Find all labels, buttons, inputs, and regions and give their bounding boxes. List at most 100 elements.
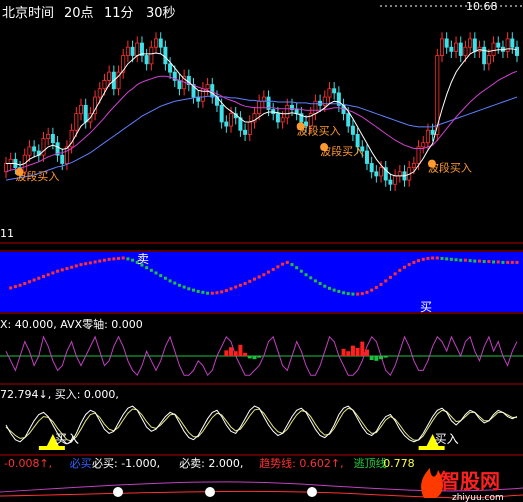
wave-dot <box>388 275 392 279</box>
wave-dot <box>220 290 224 294</box>
wave-dot <box>337 289 341 293</box>
wave-dot <box>229 287 233 291</box>
wave-dot <box>398 268 402 272</box>
wave-dot <box>210 291 214 295</box>
wave-dot <box>74 264 78 268</box>
wave-dot <box>262 273 266 277</box>
candle-body <box>416 146 421 164</box>
candle-body <box>468 38 473 48</box>
candle-body <box>313 100 318 115</box>
wave-dot <box>271 267 275 271</box>
bottom-legend-item: 趋势线: 0.602↑, <box>259 456 343 470</box>
avx-bar <box>364 349 369 356</box>
chart-svg: 买入 买入 波段买入波段买入波段买入波段买入 北京时间 20点 11分 30秒 1… <box>0 0 523 502</box>
wave-dot <box>187 287 191 291</box>
wave-dot <box>384 279 388 283</box>
wave-dot <box>309 276 313 280</box>
bottom-legend-item: 逃顶线 <box>354 456 387 470</box>
bottom-legend-item: 0.778 <box>383 457 415 470</box>
wave-dot <box>196 289 200 293</box>
wave-dot <box>60 268 64 272</box>
wave-dot <box>88 261 92 265</box>
moving-average-layer <box>5 48 518 181</box>
wave-dot <box>252 277 256 281</box>
wave-dot <box>168 279 172 283</box>
wave-dot <box>215 291 219 295</box>
wave-dot <box>238 283 242 287</box>
wave-dot <box>393 272 397 276</box>
candle-body <box>83 104 88 123</box>
candle-body <box>510 38 515 48</box>
candle-body <box>411 163 416 169</box>
wave-dot <box>431 256 435 260</box>
wave-dot <box>477 259 481 263</box>
wave-sell-label: 卖 <box>137 252 149 266</box>
wave-dot <box>374 285 378 289</box>
candle-body <box>158 38 163 48</box>
candle-body <box>280 117 285 123</box>
stock-chart-window: 买入 买入 波段买入 波段买入 波段买入 波段买入 北京时间 20点 11分 30秒 1… <box>0 0 523 502</box>
candle-body <box>472 38 477 52</box>
face-marker-icon <box>307 487 317 497</box>
buy-annotation: 波段买入 <box>320 144 364 158</box>
candle-body <box>27 146 32 156</box>
avx-bar <box>379 356 384 360</box>
candle-body <box>486 55 491 65</box>
wave-dot <box>327 286 331 290</box>
buy-signal-label: 买入 <box>55 432 79 446</box>
wave-dot <box>201 290 205 294</box>
wave-dot <box>323 284 327 288</box>
candle-body <box>107 71 112 81</box>
wave-dot <box>332 288 336 292</box>
wave-buy-label: 买 <box>420 300 432 314</box>
wave-dot <box>9 286 13 290</box>
wave-dot <box>468 259 472 263</box>
wave-dot <box>318 282 322 286</box>
candle-body <box>346 113 351 127</box>
wave-dot <box>445 257 449 261</box>
wave-dot <box>506 260 510 264</box>
wave-dot <box>496 260 500 264</box>
time-minute: 11分 <box>104 6 134 21</box>
wave-dot <box>18 283 22 287</box>
wave-dot <box>32 278 36 282</box>
candle-body <box>369 163 374 173</box>
wave-dot <box>360 292 364 296</box>
bottom-legend-item: 必卖: 2.000, <box>179 457 243 470</box>
avx-bar <box>355 348 360 356</box>
candle-body <box>388 179 393 185</box>
candle-body <box>79 104 84 115</box>
wave-dot <box>173 281 177 285</box>
wave-dot <box>370 288 374 292</box>
candle-body <box>397 171 402 177</box>
wave-dot <box>463 258 467 262</box>
wave-dot <box>145 266 149 270</box>
candle-body <box>439 38 444 56</box>
wave-dot <box>492 260 496 264</box>
wave-dot <box>417 259 421 263</box>
wave-dot <box>126 257 130 261</box>
wave-dot <box>13 285 17 289</box>
wave-dot <box>51 271 55 275</box>
candle-body <box>168 63 173 73</box>
candle-body <box>463 46 468 56</box>
candle-body <box>327 88 332 98</box>
clock-label: 北京时间 <box>2 6 54 21</box>
wave-dot <box>93 260 97 264</box>
candle-body <box>8 158 13 164</box>
candle-body <box>163 46 168 65</box>
wave-dot <box>27 280 31 284</box>
wave-dot <box>281 262 285 266</box>
wave-dot <box>112 257 116 261</box>
wave-dot <box>37 276 41 280</box>
avx-bar <box>229 347 234 356</box>
candle-body <box>224 121 229 127</box>
avx-bar <box>224 350 229 356</box>
candle-body <box>454 42 459 52</box>
buy-annotation: 波段买入 <box>428 161 472 175</box>
bottom-legend-item: 必买 <box>70 457 92 470</box>
wave-dot <box>351 292 355 296</box>
buy-annotation: 波段买入 <box>297 123 341 137</box>
wave-dot <box>79 263 83 267</box>
wave-dot <box>501 260 505 264</box>
